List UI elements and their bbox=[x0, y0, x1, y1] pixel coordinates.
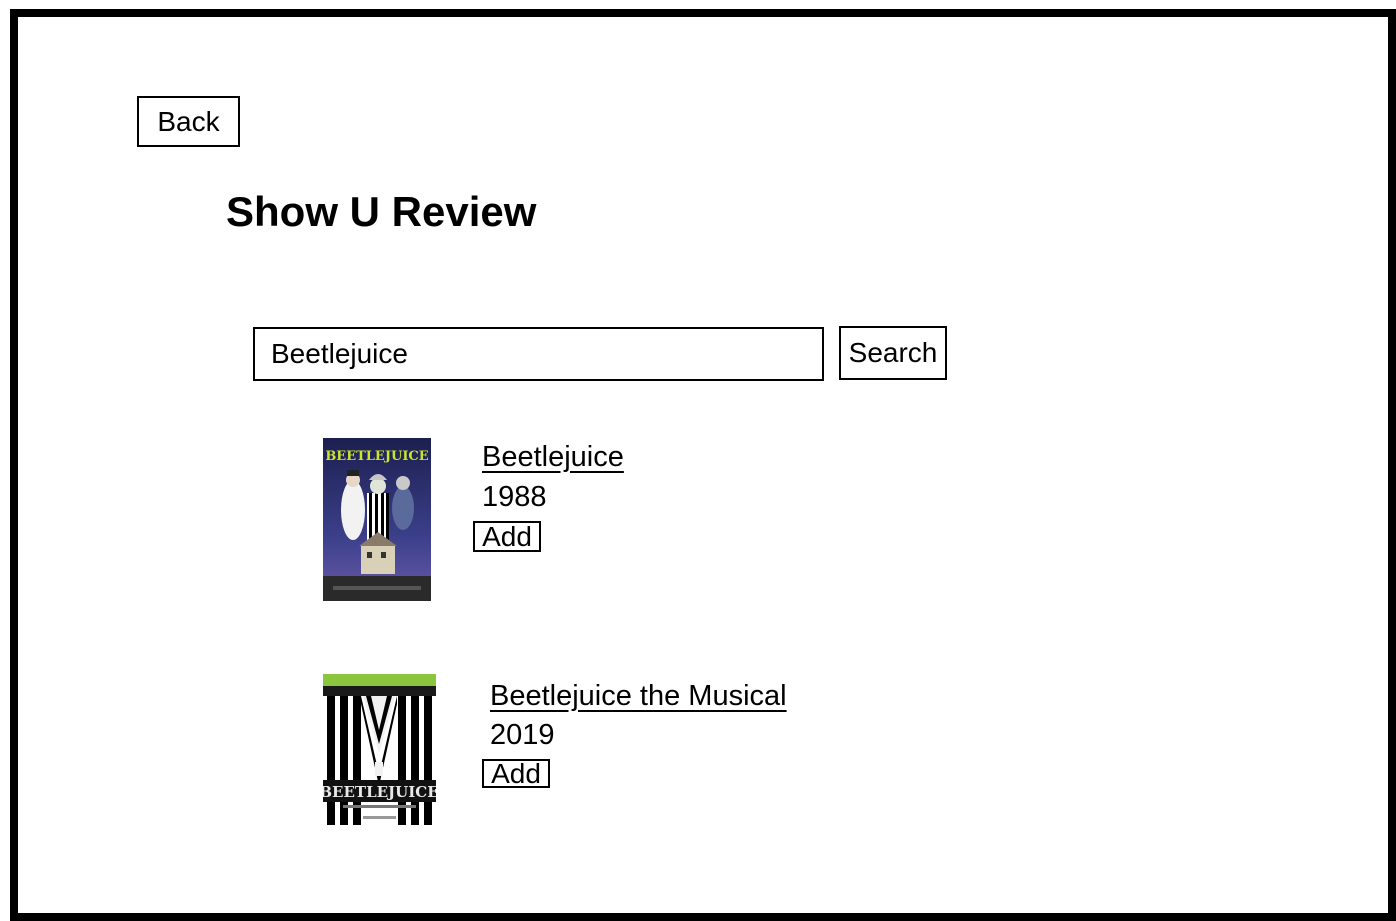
page-title: Show U Review bbox=[226, 188, 537, 235]
add-button[interactable]: Add bbox=[482, 759, 550, 788]
poster-title-text: BEETLEJUICE bbox=[323, 783, 436, 801]
poster-title-text: BEETLEJUICE bbox=[325, 449, 428, 464]
back-button[interactable]: Back bbox=[137, 96, 240, 147]
search-input[interactable] bbox=[253, 327, 824, 381]
result-year: 2019 bbox=[490, 719, 555, 751]
result-title-link[interactable]: Beetlejuice the Musical bbox=[490, 679, 787, 713]
add-button[interactable]: Add bbox=[473, 521, 541, 552]
search-button[interactable]: Search bbox=[839, 326, 947, 380]
result-poster-image: BEETLEJUICE bbox=[323, 674, 436, 825]
result-year: 1988 bbox=[482, 481, 547, 513]
result-poster-image: BEETLEJUICE bbox=[323, 438, 431, 601]
result-title-link[interactable]: Beetlejuice bbox=[482, 440, 624, 474]
